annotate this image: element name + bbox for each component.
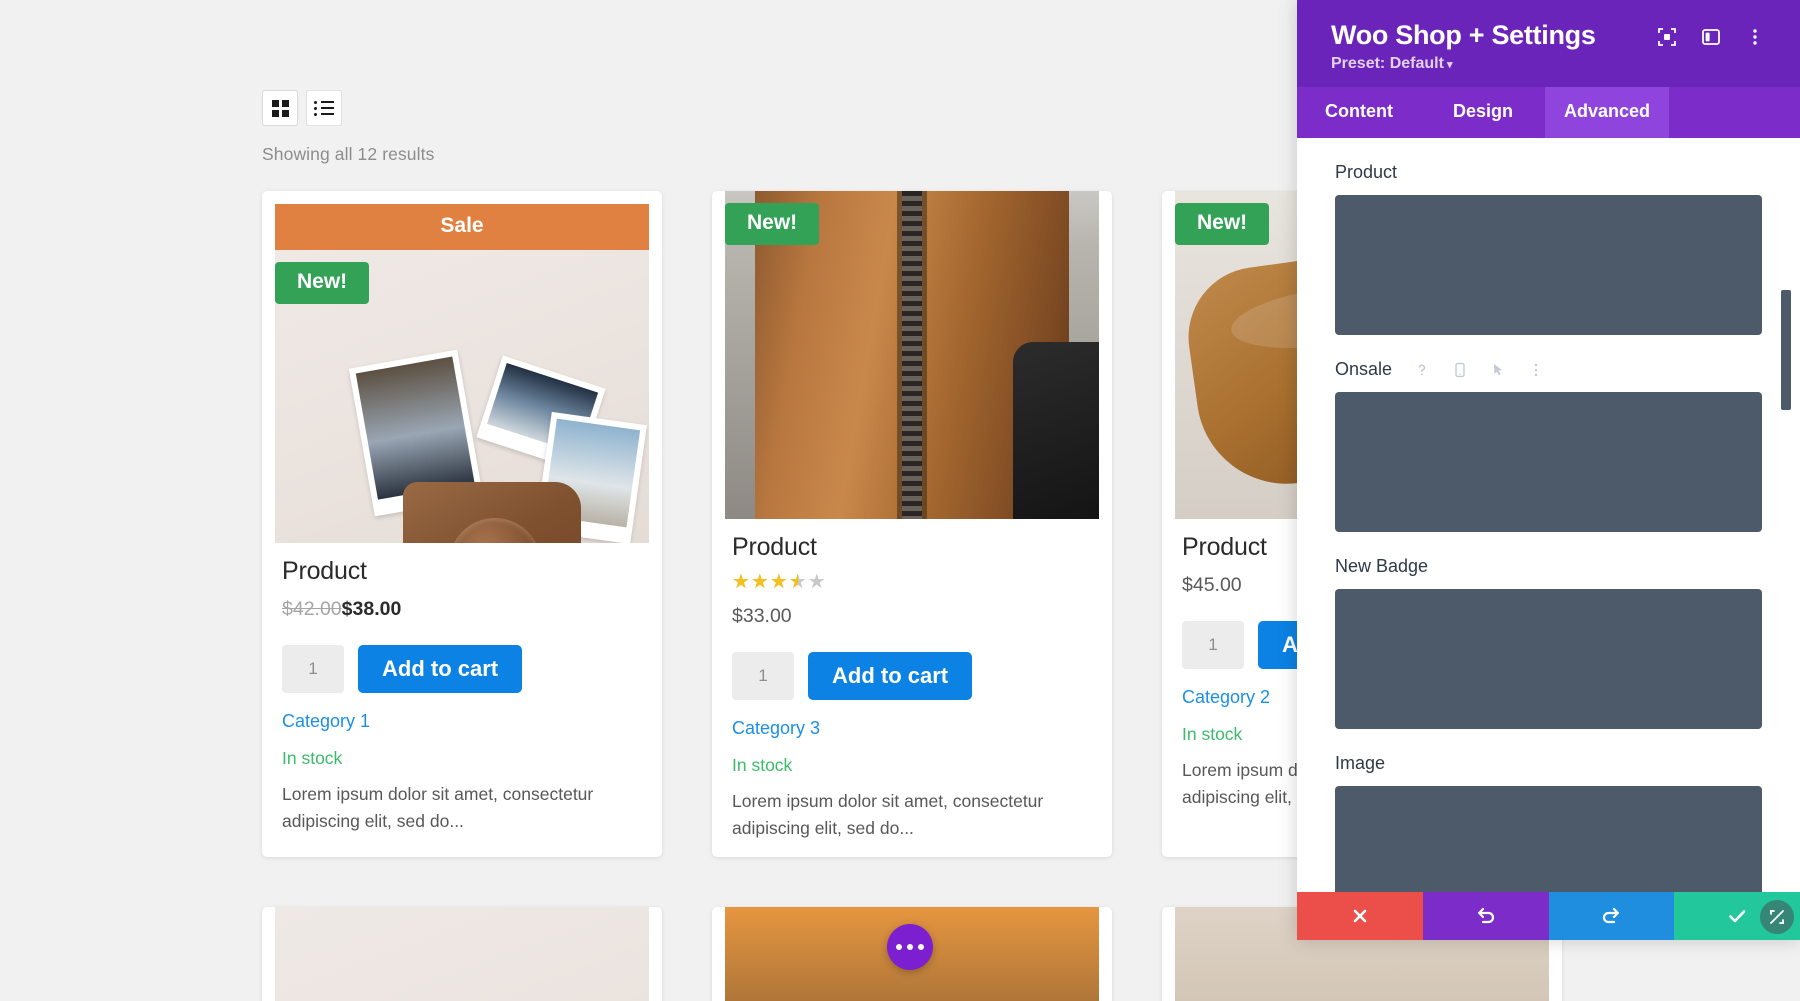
purchase-row: Add to cart (282, 645, 642, 693)
product-price: $42.00$38.00 (282, 598, 642, 621)
tab-design[interactable]: Design (1421, 87, 1545, 138)
panel-scrollbar-thumb[interactable] (1781, 290, 1791, 410)
panel-tabs: Content Design Advanced (1297, 87, 1800, 138)
product-description: Lorem ipsum dolor sit amet, consectetur … (282, 784, 594, 832)
purchase-row: Add to cart (732, 652, 1092, 700)
focus-target-icon[interactable] (1656, 26, 1678, 48)
field-label: Onsale (1335, 359, 1393, 379)
product-photo-image (275, 906, 649, 1001)
product-details: Product ★★★★★ ★★★★★ $33.00 Add to cart C… (712, 519, 1112, 843)
price-new: $38.00 (341, 598, 402, 620)
new-badge: New! (1175, 203, 1270, 245)
product-category-link[interactable]: Category 1 (282, 711, 642, 732)
grid-view-toggle[interactable] (262, 90, 298, 126)
chevron-down-icon: ▾ (1443, 59, 1453, 71)
preset-selector[interactable]: Preset: Default ▾ (1331, 55, 1766, 73)
product-description: Lorem ipsum dolor sit amet, consectetur … (732, 791, 1044, 839)
field-editor-area[interactable] (1335, 589, 1762, 729)
more-vertical-icon[interactable] (1528, 362, 1544, 378)
price-new: $45.00 (1182, 574, 1242, 596)
field-editor-area[interactable] (1335, 195, 1762, 335)
panel-header-actions (1656, 20, 1766, 48)
panel-resize-handle[interactable] (1760, 900, 1794, 934)
product-title: Product (282, 557, 367, 585)
sale-banner: Sale (275, 204, 649, 250)
hover-cursor-icon[interactable] (1490, 362, 1506, 378)
settings-panel: Woo Shop + Settings Preset: Default ▾ Co… (1297, 0, 1800, 940)
field-new-badge: New Badge (1335, 532, 1762, 729)
product-title: Product (732, 533, 817, 561)
new-badge: New! (725, 203, 820, 245)
preset-label: Preset: Default (1331, 55, 1444, 72)
field-editor-area[interactable] (1335, 786, 1762, 892)
cancel-button[interactable] (1297, 892, 1423, 940)
new-badge: New! (275, 262, 370, 304)
more-vertical-icon[interactable] (1744, 26, 1766, 48)
field-label: New Badge (1335, 556, 1429, 576)
product-image[interactable] (275, 906, 649, 1001)
panel-scrollbar[interactable] (1781, 138, 1791, 892)
rating-stars: ★★★★★ ★★★★★ (732, 571, 827, 593)
panel-action-bar (1297, 892, 1800, 940)
help-icon[interactable] (1414, 362, 1430, 378)
list-view-toggle[interactable] (306, 90, 342, 126)
field-editor-area[interactable] (1335, 392, 1762, 532)
grid-icon (271, 99, 289, 117)
field-label: Image (1335, 753, 1386, 773)
product-details: Product $42.00$38.00 Add to cart Categor… (262, 543, 662, 836)
responsive-mobile-icon[interactable] (1452, 362, 1468, 378)
tab-advanced[interactable]: Advanced (1545, 87, 1669, 138)
tab-content[interactable]: Content (1297, 87, 1421, 138)
product-image[interactable]: New! (275, 250, 649, 543)
redo-button[interactable] (1548, 892, 1675, 940)
more-options-fab[interactable] (887, 924, 933, 970)
field-image: Image (1335, 729, 1762, 892)
stock-status: In stock (732, 755, 793, 775)
quantity-input[interactable] (732, 652, 794, 700)
undo-button[interactable] (1422, 892, 1549, 940)
field-product: Product (1335, 138, 1762, 335)
layout-panel-icon[interactable] (1700, 26, 1722, 48)
panel-title: Woo Shop + Settings (1331, 20, 1596, 50)
panel-body: Product Onsale New Badge Image (1297, 138, 1800, 892)
list-icon (314, 100, 334, 116)
product-card[interactable]: Sale New! Product $42.00$38.00 1 Add to … (262, 191, 662, 857)
quantity-input[interactable] (282, 645, 344, 693)
product-card[interactable] (262, 906, 662, 1001)
add-to-cart-button[interactable]: Add to cart (808, 652, 973, 700)
panel-header: Woo Shop + Settings Preset: Default ▾ (1297, 0, 1800, 87)
stock-status: In stock (282, 748, 343, 768)
price-old: $42.00 (282, 598, 342, 620)
product-category-link[interactable]: Category 3 (732, 718, 1092, 739)
product-image[interactable]: New! (725, 191, 1099, 519)
price-new: $33.00 (732, 605, 792, 627)
add-to-cart-button[interactable]: Add to cart (358, 645, 523, 693)
quantity-input[interactable] (1182, 621, 1244, 669)
product-card[interactable]: New! Product ★★★★★ ★★★★★ $33.00 Add to c… (712, 191, 1112, 857)
product-price: $33.00 (732, 605, 1092, 628)
field-onsale: Onsale (1335, 335, 1762, 532)
field-label: Product (1335, 162, 1398, 182)
